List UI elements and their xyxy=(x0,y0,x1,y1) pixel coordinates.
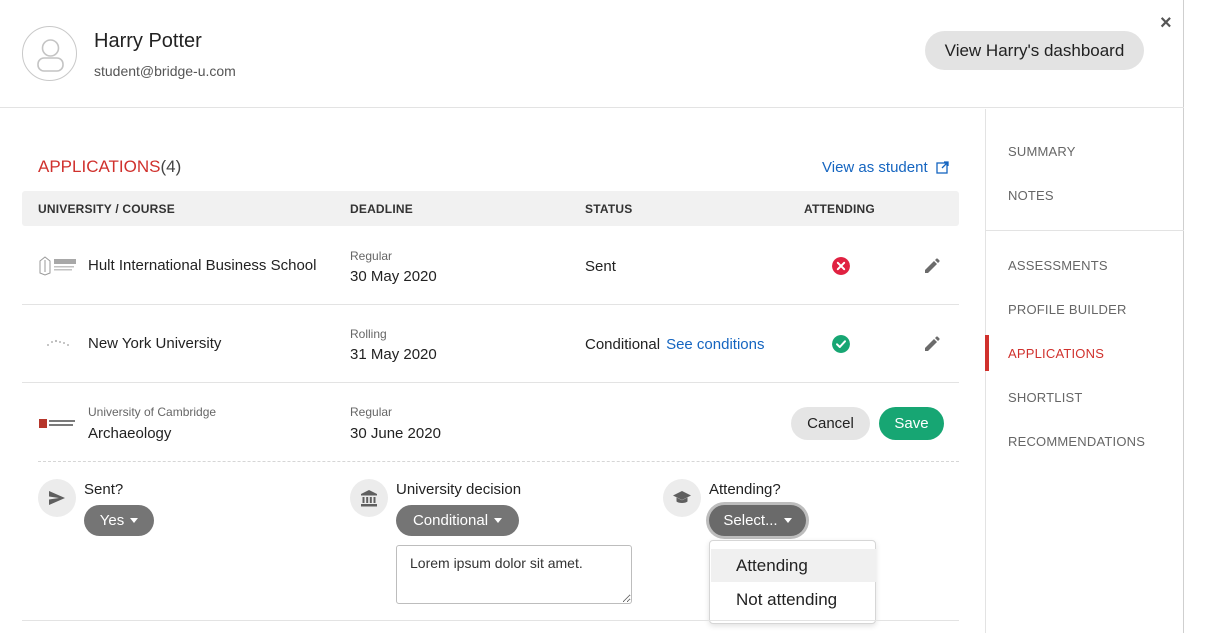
caret-down-icon xyxy=(494,518,503,523)
nav-item-notes[interactable]: NOTES xyxy=(1008,188,1054,203)
column-header-attending: ATTENDING xyxy=(804,202,875,216)
view-as-student-label: View as student xyxy=(822,159,928,176)
university-icon-badge xyxy=(350,479,388,517)
save-button[interactable]: Save xyxy=(879,407,944,440)
nav-item-assessments[interactable]: ASSESSMENTS xyxy=(1008,258,1108,273)
university-name: Hult International Business School xyxy=(88,257,317,274)
table-row: Hult International Business School Regul… xyxy=(22,227,959,305)
decision-value: Conditional xyxy=(412,512,489,529)
cambridge-logo xyxy=(39,419,75,428)
graduation-cap-icon-badge xyxy=(663,479,701,517)
row-divider xyxy=(22,620,959,621)
edit-pencil-icon[interactable] xyxy=(923,257,941,275)
university-decision-label: University decision xyxy=(396,481,522,498)
student-email: student@bridge-u.com xyxy=(94,63,236,79)
applications-count: (4) xyxy=(160,157,182,176)
deadline-date: 31 May 2020 xyxy=(350,346,437,363)
hult-logo xyxy=(39,256,76,276)
see-conditions-link[interactable]: See conditions xyxy=(666,336,764,353)
course-name: Archaeology xyxy=(88,425,172,442)
applications-table-header: UNIVERSITY / COURSE DEADLINE STATUS ATTE… xyxy=(22,191,959,226)
attending-dropdown[interactable]: Select... xyxy=(709,505,806,536)
decision-note-textarea[interactable]: Lorem ipsum dolor sit amet. xyxy=(396,545,632,604)
column-header-status: STATUS xyxy=(585,202,633,216)
sent-label: Sent? xyxy=(84,481,124,498)
nav-divider xyxy=(986,230,1184,231)
status-text: Conditional xyxy=(585,336,661,353)
view-dashboard-button[interactable]: View Harry's dashboard xyxy=(925,31,1144,70)
send-icon-badge xyxy=(38,479,76,517)
university-name: New York University xyxy=(88,335,222,352)
deadline-type: Rolling xyxy=(350,327,387,341)
attending-value: Select... xyxy=(723,512,778,529)
university-decision-dropdown[interactable]: Conditional xyxy=(396,505,519,536)
application-status: Conditional See conditions xyxy=(585,336,764,353)
attending-dropdown-menu: Attending Not attending xyxy=(709,540,876,624)
cancel-button[interactable]: Cancel xyxy=(791,407,870,440)
student-header: Harry Potter student@bridge-u.com View H… xyxy=(0,0,1184,108)
applications-title: APPLICATIONS(4) xyxy=(38,157,181,177)
column-header-course: UNIVERSITY / COURSE xyxy=(38,202,175,216)
caret-down-icon xyxy=(783,518,792,523)
deadline-date: 30 June 2020 xyxy=(350,425,441,442)
send-icon xyxy=(49,491,65,505)
active-nav-indicator xyxy=(985,335,989,371)
deadline-type: Regular xyxy=(350,405,393,419)
nav-item-summary[interactable]: SUMMARY xyxy=(1008,144,1076,159)
applications-title-text: APPLICATIONS xyxy=(38,157,161,176)
table-row-editing: University of Cambridge Archaeology Regu… xyxy=(22,383,959,461)
view-as-student-link[interactable]: View as student xyxy=(822,159,949,176)
nav-item-recommendations[interactable]: RECOMMENDATIONS xyxy=(1008,434,1145,449)
avatar xyxy=(22,26,77,81)
graduation-cap-icon xyxy=(673,491,691,503)
student-name: Harry Potter xyxy=(94,30,202,52)
edit-pencil-icon[interactable] xyxy=(923,335,941,353)
university-name: University of Cambridge xyxy=(88,405,217,419)
sent-dropdown[interactable]: Yes xyxy=(84,505,154,536)
error-circle-icon xyxy=(832,257,850,275)
nav-item-applications[interactable]: APPLICATIONS xyxy=(1008,346,1104,361)
check-circle-icon xyxy=(832,335,850,353)
nav-item-shortlist[interactable]: SHORTLIST xyxy=(1008,390,1083,405)
nyu-logo xyxy=(47,339,69,346)
sent-value: Yes xyxy=(99,512,125,529)
deadline-date: 30 May 2020 xyxy=(350,268,437,285)
row-divider xyxy=(38,461,959,462)
menu-item-attending[interactable]: Attending xyxy=(711,549,876,582)
close-icon[interactable]: × xyxy=(1160,12,1172,35)
deadline-type: Regular xyxy=(350,249,393,263)
attending-label: Attending? xyxy=(709,481,781,498)
section-nav: SUMMARY NOTES ASSESSMENTS PROFILE BUILDE… xyxy=(985,109,1184,633)
column-header-deadline: DEADLINE xyxy=(350,202,413,216)
external-link-icon xyxy=(936,161,949,174)
university-building-icon xyxy=(361,489,377,506)
user-icon xyxy=(37,39,64,72)
table-row: New York University Rolling 31 May 2020 … xyxy=(22,305,959,383)
nav-item-profile-builder[interactable]: PROFILE BUILDER xyxy=(1008,302,1127,317)
menu-item-not-attending[interactable]: Not attending xyxy=(711,583,876,616)
student-panel: Harry Potter student@bridge-u.com View H… xyxy=(0,0,1184,633)
application-status: Sent xyxy=(585,258,616,275)
caret-down-icon xyxy=(130,518,139,523)
